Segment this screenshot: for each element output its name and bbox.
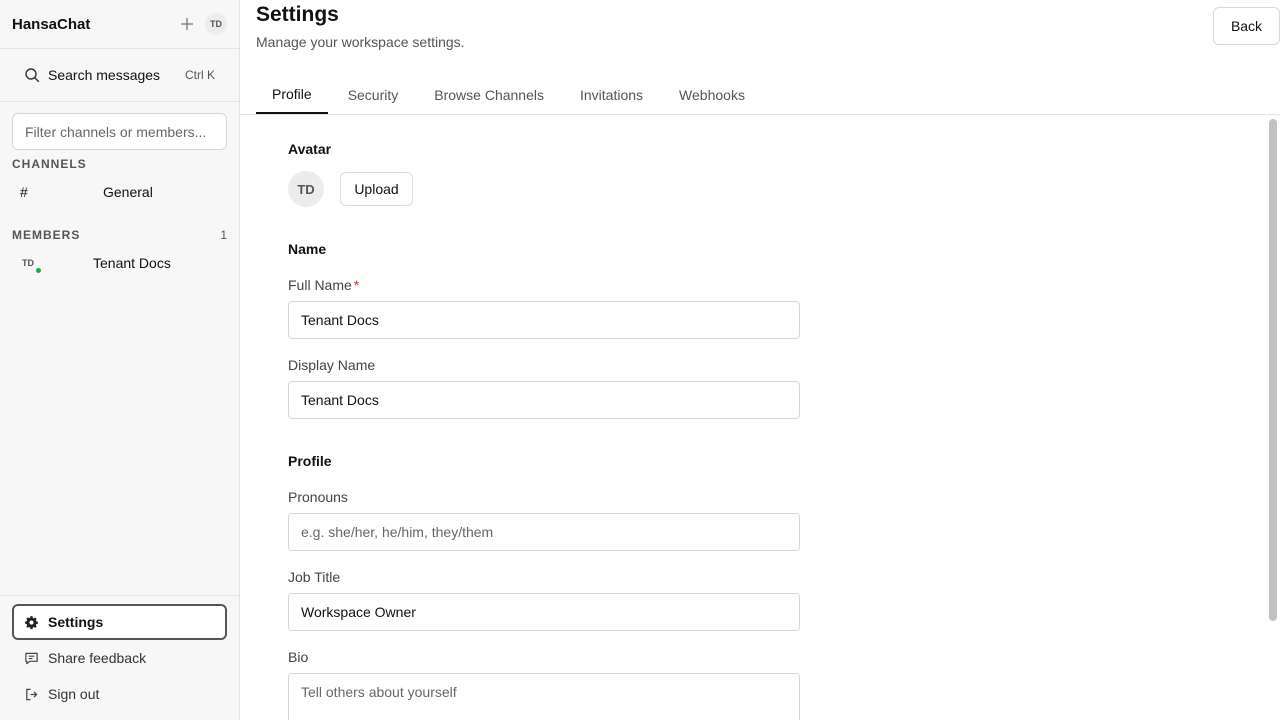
plus-icon [181,18,193,30]
full-name-label: Full Name * [288,277,359,293]
name-section-title: Name [288,241,327,257]
feedback-label: Share feedback [48,650,147,666]
channels-heading: CHANNELS [0,157,239,171]
new-item-button[interactable] [177,14,197,34]
profile-avatar: TD [288,171,324,207]
channel-item-general[interactable]: # General [0,176,239,208]
job-title-input[interactable] [288,593,800,631]
sign-out-icon [26,688,38,700]
tab-profile[interactable]: Profile [256,75,328,114]
search-messages-button[interactable]: Search messages Ctrl K [0,49,239,102]
profile-content: Avatar TD Upload Name Full Name* Display… [240,115,1280,720]
upload-avatar-button[interactable]: Upload [340,172,413,206]
tab-browse-channels[interactable]: Browse Channels [418,75,560,114]
search-shortcut: Ctrl K [185,68,215,82]
full-name-label-text: Full Name [288,277,352,293]
content-scrollbar[interactable] [1269,119,1277,621]
online-status-dot [35,267,42,274]
hash-icon: # [20,184,28,200]
members-count: 1 [220,228,227,242]
pronouns-label: Pronouns [288,489,348,505]
channels-heading-label: CHANNELS [12,157,87,171]
search-icon [25,68,40,83]
sign-out-button[interactable]: Sign out [12,676,227,712]
settings-tabs: Profile Security Browse Channels Invitat… [256,75,1280,115]
feedback-icon [25,652,38,664]
member-avatar: TD [22,255,42,274]
full-name-input[interactable] [288,301,800,339]
members-heading-label: MEMBERS [12,228,81,242]
profile-section-title: Profile [288,453,332,469]
tab-invitations[interactable]: Invitations [564,75,659,114]
channel-name: General [103,184,153,200]
member-item-tenant-docs[interactable]: TD Tenant Docs [0,247,239,279]
avatar-section-title: Avatar [288,141,332,157]
sidebar: HansaChat TD Search messages Ctrl K CHAN… [0,0,240,720]
page-title: Settings [256,3,339,26]
tab-security[interactable]: Security [332,75,415,114]
pronouns-input[interactable] [288,513,800,551]
bio-textarea[interactable] [288,673,800,720]
app-name: HansaChat [12,15,91,33]
bio-label: Bio [288,649,309,665]
tab-webhooks[interactable]: Webhooks [663,75,761,114]
filter-channels-input[interactable] [12,113,227,150]
settings-label: Settings [48,614,104,630]
gear-icon [25,615,38,629]
page-subtitle: Manage your workspace settings. [256,34,465,50]
filter-wrap [0,102,239,150]
settings-button[interactable]: Settings [12,604,227,640]
search-label: Search messages [48,67,161,83]
display-name-label: Display Name [288,357,376,373]
sidebar-header: HansaChat TD [0,0,239,49]
job-title-label: Job Title [288,569,341,585]
sidebar-footer: Settings Share feedback Sign out [0,595,239,720]
member-initials: TD [22,258,34,268]
member-name: Tenant Docs [93,255,171,271]
display-name-input[interactable] [288,381,800,419]
settings-main: Settings Manage your workspace settings.… [240,0,1280,720]
share-feedback-button[interactable]: Share feedback [12,640,227,676]
members-heading: MEMBERS 1 [0,228,239,242]
user-avatar[interactable]: TD [205,13,227,35]
back-button[interactable]: Back [1213,7,1280,45]
required-marker: * [353,277,360,293]
sign-out-label: Sign out [48,686,100,702]
